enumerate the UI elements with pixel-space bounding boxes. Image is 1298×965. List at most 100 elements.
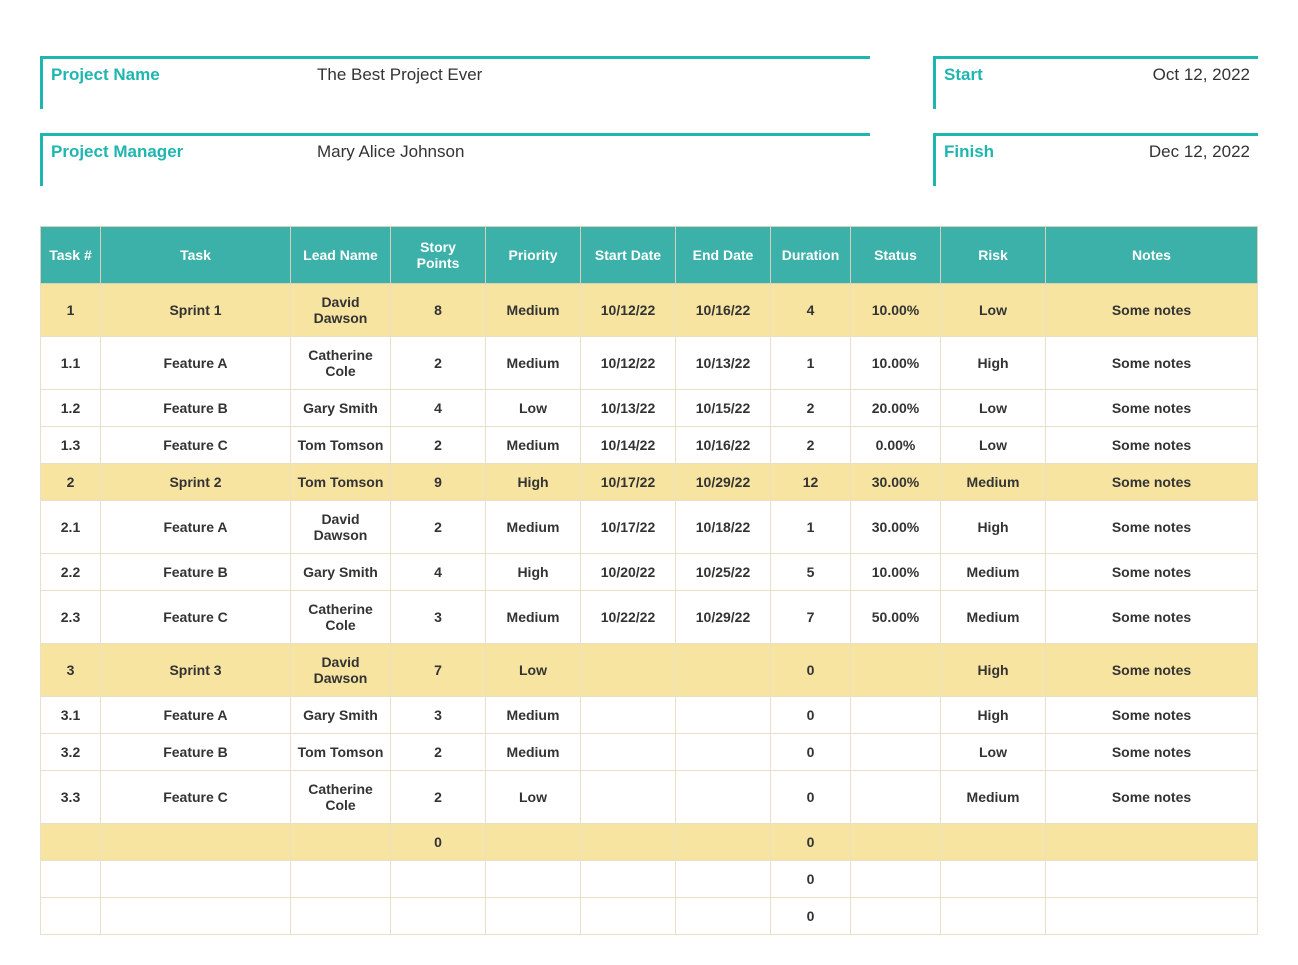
table-row[interactable]: 1Sprint 1David Dawson8Medium10/12/2210/1… — [41, 284, 1258, 337]
cell-notes[interactable] — [1046, 824, 1258, 861]
cell-points[interactable]: 2 — [391, 501, 486, 554]
cell-points[interactable]: 3 — [391, 697, 486, 734]
cell-status[interactable]: 30.00% — [851, 501, 941, 554]
cell-risk[interactable]: Medium — [941, 591, 1046, 644]
cell-end[interactable] — [676, 861, 771, 898]
cell-task-num[interactable]: 1 — [41, 284, 101, 337]
cell-duration[interactable]: 2 — [771, 390, 851, 427]
cell-duration[interactable]: 0 — [771, 771, 851, 824]
cell-points[interactable] — [391, 898, 486, 935]
table-row[interactable]: 3.1Feature AGary Smith3Medium0HighSome n… — [41, 697, 1258, 734]
cell-end[interactable] — [676, 824, 771, 861]
cell-start[interactable] — [581, 697, 676, 734]
cell-task-num[interactable]: 1.1 — [41, 337, 101, 390]
col-start[interactable]: Start Date — [581, 227, 676, 284]
table-row[interactable]: 1.3Feature CTom Tomson2Medium10/14/2210/… — [41, 427, 1258, 464]
cell-end[interactable] — [676, 771, 771, 824]
cell-status[interactable] — [851, 697, 941, 734]
cell-status[interactable]: 20.00% — [851, 390, 941, 427]
cell-priority[interactable]: Medium — [486, 501, 581, 554]
cell-risk[interactable] — [941, 824, 1046, 861]
cell-duration[interactable]: 0 — [771, 824, 851, 861]
cell-end[interactable]: 10/13/22 — [676, 337, 771, 390]
cell-priority[interactable]: High — [486, 464, 581, 501]
cell-priority[interactable]: Medium — [486, 337, 581, 390]
table-row[interactable]: 1.2Feature BGary Smith4Low10/13/2210/15/… — [41, 390, 1258, 427]
cell-risk[interactable]: Medium — [941, 554, 1046, 591]
cell-points[interactable]: 9 — [391, 464, 486, 501]
cell-risk[interactable]: Low — [941, 734, 1046, 771]
cell-end[interactable]: 10/25/22 — [676, 554, 771, 591]
cell-risk[interactable]: Medium — [941, 771, 1046, 824]
cell-task[interactable]: Sprint 2 — [101, 464, 291, 501]
cell-risk[interactable] — [941, 861, 1046, 898]
cell-task[interactable]: Sprint 3 — [101, 644, 291, 697]
cell-task-num[interactable]: 2 — [41, 464, 101, 501]
tasks-table[interactable]: Task # Task Lead Name Story Points Prior… — [40, 226, 1258, 935]
cell-notes[interactable]: Some notes — [1046, 427, 1258, 464]
cell-task[interactable]: Feature A — [101, 501, 291, 554]
cell-duration[interactable]: 5 — [771, 554, 851, 591]
cell-start[interactable]: 10/17/22 — [581, 464, 676, 501]
cell-task[interactable]: Feature C — [101, 427, 291, 464]
cell-notes[interactable] — [1046, 898, 1258, 935]
cell-lead[interactable]: Tom Tomson — [291, 464, 391, 501]
cell-duration[interactable]: 12 — [771, 464, 851, 501]
cell-points[interactable]: 2 — [391, 734, 486, 771]
cell-risk[interactable]: High — [941, 501, 1046, 554]
cell-lead[interactable] — [291, 861, 391, 898]
cell-task-num[interactable]: 3.3 — [41, 771, 101, 824]
col-status[interactable]: Status — [851, 227, 941, 284]
cell-priority[interactable]: Medium — [486, 427, 581, 464]
cell-task[interactable] — [101, 861, 291, 898]
table-row[interactable]: 1.1Feature ACatherine Cole2Medium10/12/2… — [41, 337, 1258, 390]
col-risk[interactable]: Risk — [941, 227, 1046, 284]
cell-risk[interactable]: Medium — [941, 464, 1046, 501]
cell-task-num[interactable] — [41, 898, 101, 935]
cell-priority[interactable]: Low — [486, 644, 581, 697]
cell-notes[interactable]: Some notes — [1046, 771, 1258, 824]
cell-start[interactable]: 10/20/22 — [581, 554, 676, 591]
cell-notes[interactable]: Some notes — [1046, 337, 1258, 390]
cell-end[interactable] — [676, 644, 771, 697]
cell-priority[interactable]: High — [486, 554, 581, 591]
cell-risk[interactable]: Low — [941, 427, 1046, 464]
col-notes[interactable]: Notes — [1046, 227, 1258, 284]
cell-status[interactable]: 30.00% — [851, 464, 941, 501]
cell-duration[interactable]: 1 — [771, 501, 851, 554]
col-task[interactable]: Task — [101, 227, 291, 284]
cell-lead[interactable]: Tom Tomson — [291, 734, 391, 771]
cell-risk[interactable]: High — [941, 697, 1046, 734]
cell-risk[interactable]: High — [941, 337, 1046, 390]
cell-priority[interactable]: Low — [486, 390, 581, 427]
cell-lead[interactable]: Gary Smith — [291, 697, 391, 734]
cell-end[interactable]: 10/18/22 — [676, 501, 771, 554]
table-row[interactable]: 2Sprint 2Tom Tomson9High10/17/2210/29/22… — [41, 464, 1258, 501]
cell-status[interactable] — [851, 734, 941, 771]
cell-start[interactable] — [581, 771, 676, 824]
cell-notes[interactable]: Some notes — [1046, 591, 1258, 644]
col-end[interactable]: End Date — [676, 227, 771, 284]
cell-task-num[interactable] — [41, 861, 101, 898]
cell-notes[interactable]: Some notes — [1046, 464, 1258, 501]
cell-end[interactable]: 10/16/22 — [676, 427, 771, 464]
cell-task[interactable] — [101, 824, 291, 861]
cell-status[interactable] — [851, 644, 941, 697]
cell-priority[interactable]: Medium — [486, 591, 581, 644]
cell-lead[interactable] — [291, 898, 391, 935]
cell-task[interactable]: Feature B — [101, 554, 291, 591]
cell-task-num[interactable]: 3.1 — [41, 697, 101, 734]
table-row[interactable]: 3.3Feature CCatherine Cole2Low0MediumSom… — [41, 771, 1258, 824]
cell-duration[interactable]: 1 — [771, 337, 851, 390]
col-points[interactable]: Story Points — [391, 227, 486, 284]
cell-lead[interactable]: Gary Smith — [291, 390, 391, 427]
cell-points[interactable]: 7 — [391, 644, 486, 697]
cell-end[interactable] — [676, 734, 771, 771]
cell-status[interactable]: 10.00% — [851, 284, 941, 337]
cell-lead[interactable]: David Dawson — [291, 501, 391, 554]
cell-priority[interactable]: Medium — [486, 734, 581, 771]
start-date-value[interactable]: Oct 12, 2022 — [1047, 56, 1258, 109]
cell-task[interactable]: Feature A — [101, 337, 291, 390]
table-row[interactable]: 00 — [41, 824, 1258, 861]
cell-task[interactable]: Feature C — [101, 591, 291, 644]
